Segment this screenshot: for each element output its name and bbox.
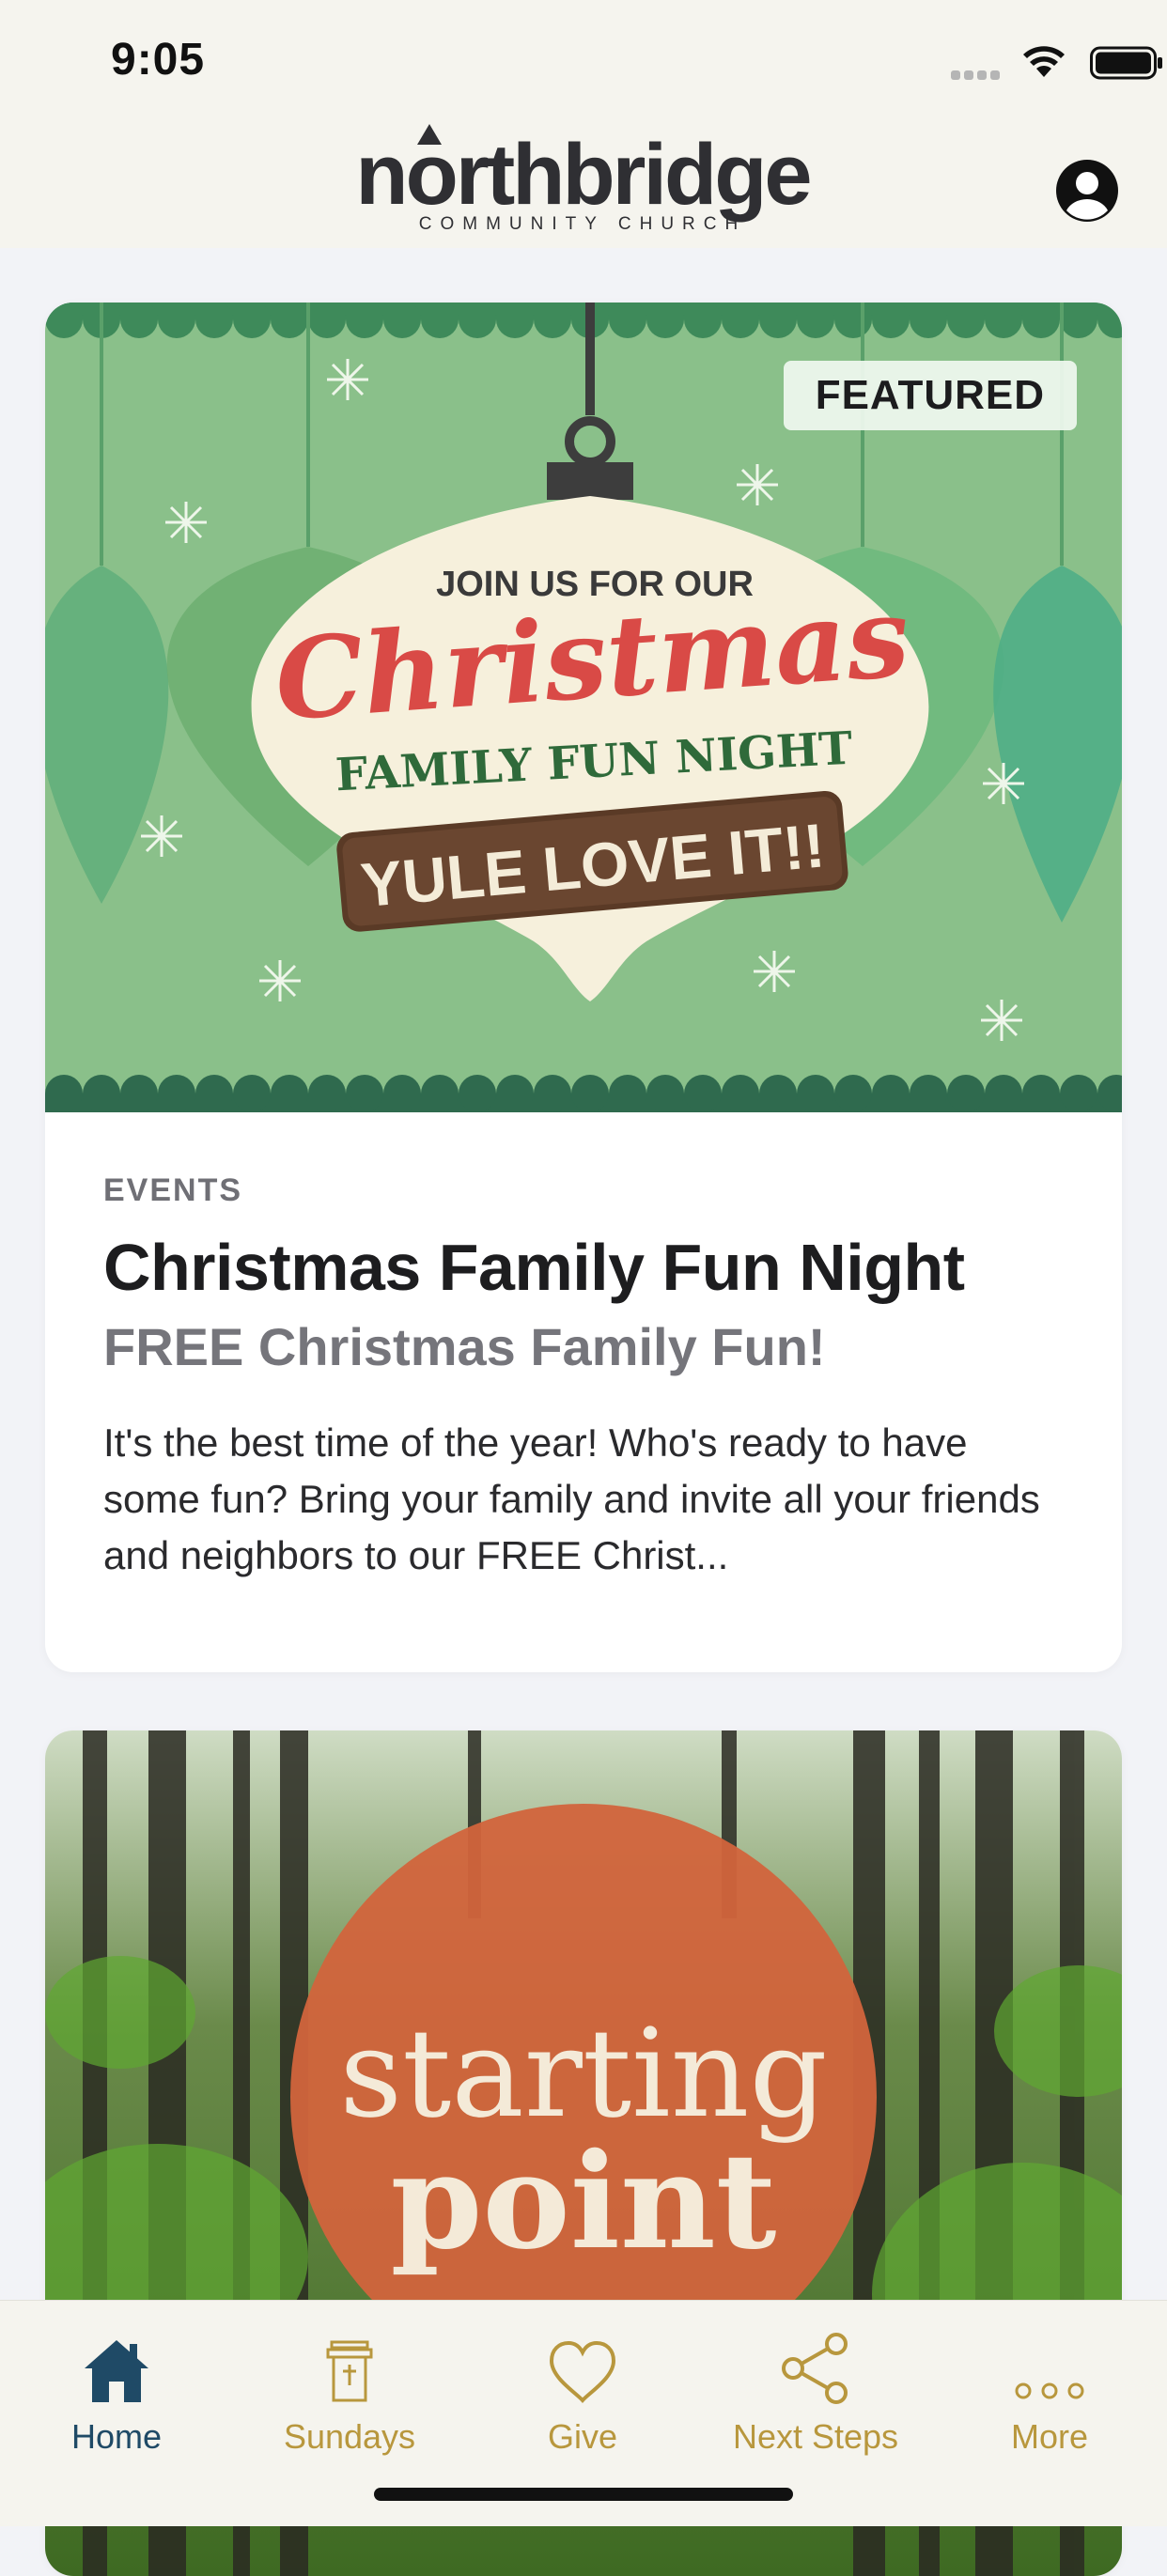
home-icon [85,2340,148,2402]
top-bar: 9:05 northbridge COMMUNITY CHURCH [0,0,1167,248]
feed-card-christmas[interactable]: JOIN US FOR OUR Christmas FAMILY FUN NIG… [45,303,1122,1672]
tab-next-steps[interactable]: Next Steps [699,2320,932,2457]
tab-sundays[interactable]: Sundays [233,2320,466,2457]
tab-home[interactable]: Home [0,2320,233,2457]
share-nodes-icon [782,2333,848,2404]
card-subtitle: FREE Christmas Family Fun! [103,1317,826,1376]
card-body: EVENTS Christmas Family Fun Night FREE C… [45,1112,1122,1584]
tab-next-steps-label: Next Steps [732,2417,899,2456]
church-logo[interactable]: northbridge COMMUNITY CHURCH [338,124,827,235]
tab-sundays-label: Sundays [283,2417,416,2456]
battery-icon [1090,46,1162,80]
wifi-icon [1023,46,1065,77]
card-hero-image: JOIN US FOR OUR Christmas FAMILY FUN NIG… [45,303,1122,1112]
more-dots-icon [1015,2382,1084,2399]
tab-give-label: Give [547,2417,618,2456]
tab-more-label: More [1010,2417,1089,2456]
starting-point-line-1: starting [339,2002,827,2145]
starting-point-line-2: point [391,2125,777,2279]
steeple-mark-icon [417,124,442,145]
home-indicator[interactable] [374,2488,793,2501]
tab-give[interactable]: Give [466,2320,699,2457]
heart-icon [549,2340,616,2404]
person-circle-icon[interactable] [1054,158,1120,224]
cellular-signal-icon [951,68,1005,80]
tab-home-label: Home [70,2417,163,2456]
card-title: Christmas Family Fun Night [103,1231,965,1304]
card-summary: It's the best time of the year! Who's re… [103,1420,1040,1577]
status-time: 9:05 [111,35,206,85]
featured-badge: FEATURED [783,361,1077,430]
card-category: EVENTS [103,1172,243,1208]
logo-wordmark: northbridge [355,127,812,223]
pulpit-icon [326,2340,373,2402]
tab-more[interactable]: More [932,2320,1167,2457]
